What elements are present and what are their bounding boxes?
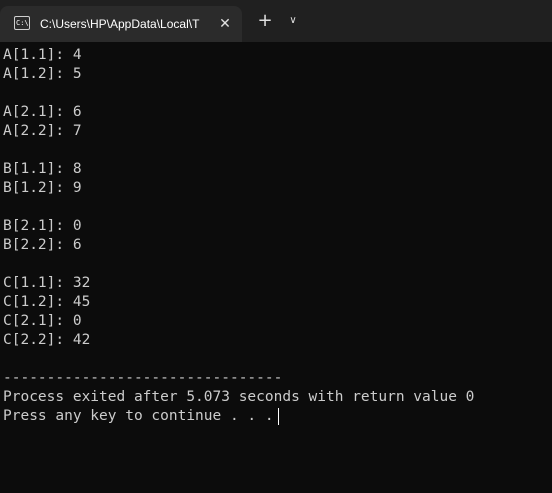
- title-bar: C:\ C:\Users\HP\AppData\Local\T ✕ + ∨: [0, 0, 552, 42]
- terminal-tab[interactable]: C:\ C:\Users\HP\AppData\Local\T ✕: [0, 6, 242, 42]
- output-line: B[2.2]: 6: [3, 237, 82, 253]
- prompt-text: Press any key to continue . . .: [3, 408, 274, 424]
- terminal-icon: C:\: [14, 16, 30, 30]
- output-line: B[2.1]: 0: [3, 218, 82, 234]
- close-icon[interactable]: ✕: [215, 14, 235, 34]
- output-line: B[1.1]: 8: [3, 161, 82, 177]
- output-line: B[1.2]: 9: [3, 180, 82, 196]
- output-line: C[1.2]: 45: [3, 294, 91, 310]
- prompt-line: Press any key to continue . . .: [3, 407, 279, 426]
- separator-line: --------------------------------: [3, 370, 283, 386]
- output-line: A[2.1]: 6: [3, 104, 82, 120]
- output-line: A[2.2]: 7: [3, 123, 82, 139]
- tab-title: C:\Users\HP\AppData\Local\T: [40, 17, 200, 31]
- output-line: C[2.1]: 0: [3, 313, 82, 329]
- chevron-down-icon[interactable]: ∨: [284, 12, 302, 30]
- new-tab-button[interactable]: +: [255, 11, 275, 31]
- output-line: A[1.1]: 4: [3, 47, 82, 63]
- output-line: C[1.1]: 32: [3, 275, 91, 291]
- terminal-output[interactable]: A[1.1]: 4 A[1.2]: 5 A[2.1]: 6 A[2.2]: 7 …: [0, 42, 552, 493]
- text-cursor: [277, 407, 279, 425]
- process-exit-line: Process exited after 5.073 seconds with …: [3, 389, 475, 405]
- output-line: C[2.2]: 42: [3, 332, 91, 348]
- output-line: A[1.2]: 5: [3, 66, 82, 82]
